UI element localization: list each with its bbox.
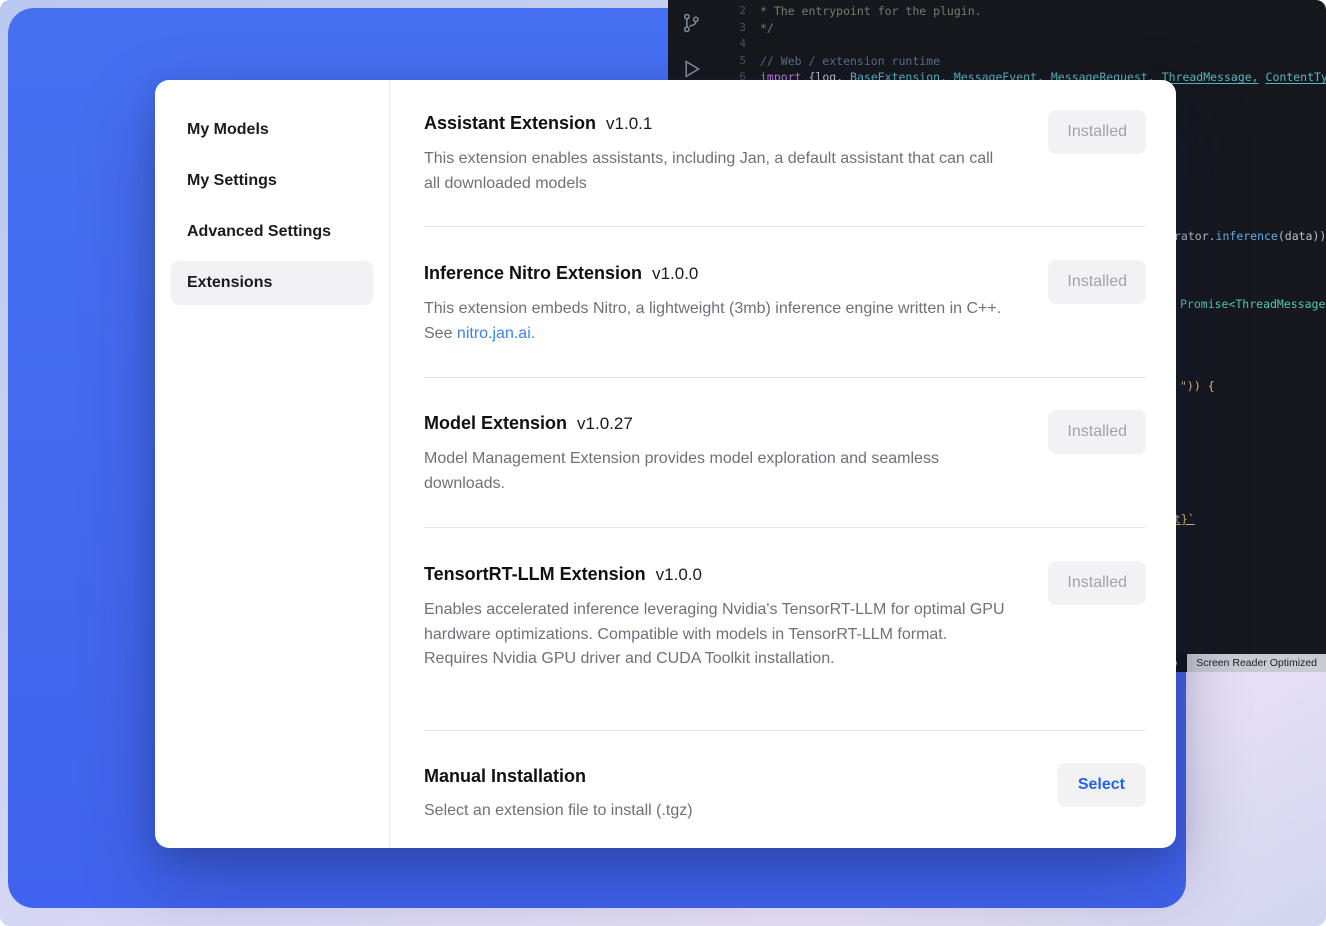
code-fragment-promise: Promise<ThreadMessage> [1180,297,1326,311]
extension-name: TensortRT-LLM Extension [424,564,646,584]
row-divider [424,527,1146,528]
extensions-panel: Assistant Extension v1.0.1 This extension… [390,80,1176,848]
extension-description: This extension enables assistants, inclu… [424,147,1010,196]
sidebar-item-extensions[interactable]: Extensions [171,261,373,305]
extension-version: v1.0.1 [606,114,652,133]
sidebar-item-my-models[interactable]: My Models [171,108,373,152]
settings-sidebar: My Models My Settings Advanced Settings … [155,80,390,848]
extension-description: This extension embeds Nitro, a lightweig… [424,297,1010,346]
extension-name: Inference Nitro Extension [424,263,642,283]
extension-title: Inference Nitro Extension v1.0.0 [424,260,1146,287]
extension-title: TensortRT-LLM Extension v1.0.0 [424,561,1146,588]
editor-code: * The entrypoint for the plugin. */ // W… [760,3,1326,86]
editor-line-numbers: 2 3 4 5 6 [720,3,746,86]
extension-name: Assistant Extension [424,113,596,133]
code-fragment-template: t}` [1174,512,1195,526]
extension-title: Model Extension v1.0.27 [424,410,1146,437]
select-file-button[interactable]: Select [1057,763,1146,807]
installed-button[interactable]: Installed [1048,110,1146,154]
manual-installation-row: Manual Installation Select an extension … [424,763,1146,824]
installed-button[interactable]: Installed [1048,260,1146,304]
row-divider [424,730,1146,731]
nitro-jan-ai-link[interactable]: nitro.jan.ai. [457,325,535,342]
extension-row-nitro: Inference Nitro Extension v1.0.0 This ext… [424,260,1146,346]
installed-button[interactable]: Installed [1048,410,1146,454]
extension-name: Model Extension [424,413,567,433]
extension-version: v1.0.27 [577,414,633,433]
settings-modal: My Models My Settings Advanced Settings … [155,80,1176,848]
code-fragment-inference: rator.inference(data)); [1174,229,1326,243]
code-comment-runtime: // Web / extension runtime [760,54,940,68]
sidebar-item-advanced-settings[interactable]: Advanced Settings [171,210,373,254]
installed-button[interactable]: Installed [1048,561,1146,605]
extension-row-tensorrt: TensortRT-LLM Extension v1.0.0 Enables ac… [424,561,1146,672]
desktop: 2 3 4 5 6 * The entrypoint for the plugi… [0,0,1326,926]
manual-installation-title: Manual Installation [424,763,1146,789]
extension-title: Assistant Extension v1.0.1 [424,110,1146,137]
code-fragment-brace: ")) { [1180,379,1215,393]
sidebar-item-my-settings[interactable]: My Settings [171,159,373,203]
code-text: rator. [1174,229,1216,243]
row-divider [424,377,1146,378]
code-import-token: ContentType [1266,70,1326,84]
source-control-icon[interactable] [680,12,702,34]
code-import-token: ThreadMessage, [1162,70,1259,84]
extension-row-assistant: Assistant Extension v1.0.1 This extension… [424,110,1146,196]
code-comment-end: */ [760,21,774,35]
code-comment: * The entrypoint for the plugin. [760,4,982,18]
code-function: inference [1216,229,1278,243]
row-divider [424,226,1146,227]
extension-description: Enables accelerated inference leveraging… [424,598,1010,672]
extension-version: v1.0.0 [656,565,702,584]
extension-description: Model Management Extension provides mode… [424,447,1010,496]
screen-reader-optimized-badge[interactable]: Screen Reader Optimized [1187,654,1326,672]
code-text: (data)); [1278,229,1326,243]
manual-installation-description: Select an extension file to install (.tg… [424,799,1010,824]
extension-version: v1.0.0 [652,264,698,283]
run-debug-icon[interactable] [680,58,702,80]
extension-row-model: Model Extension v1.0.27 Model Management … [424,410,1146,496]
